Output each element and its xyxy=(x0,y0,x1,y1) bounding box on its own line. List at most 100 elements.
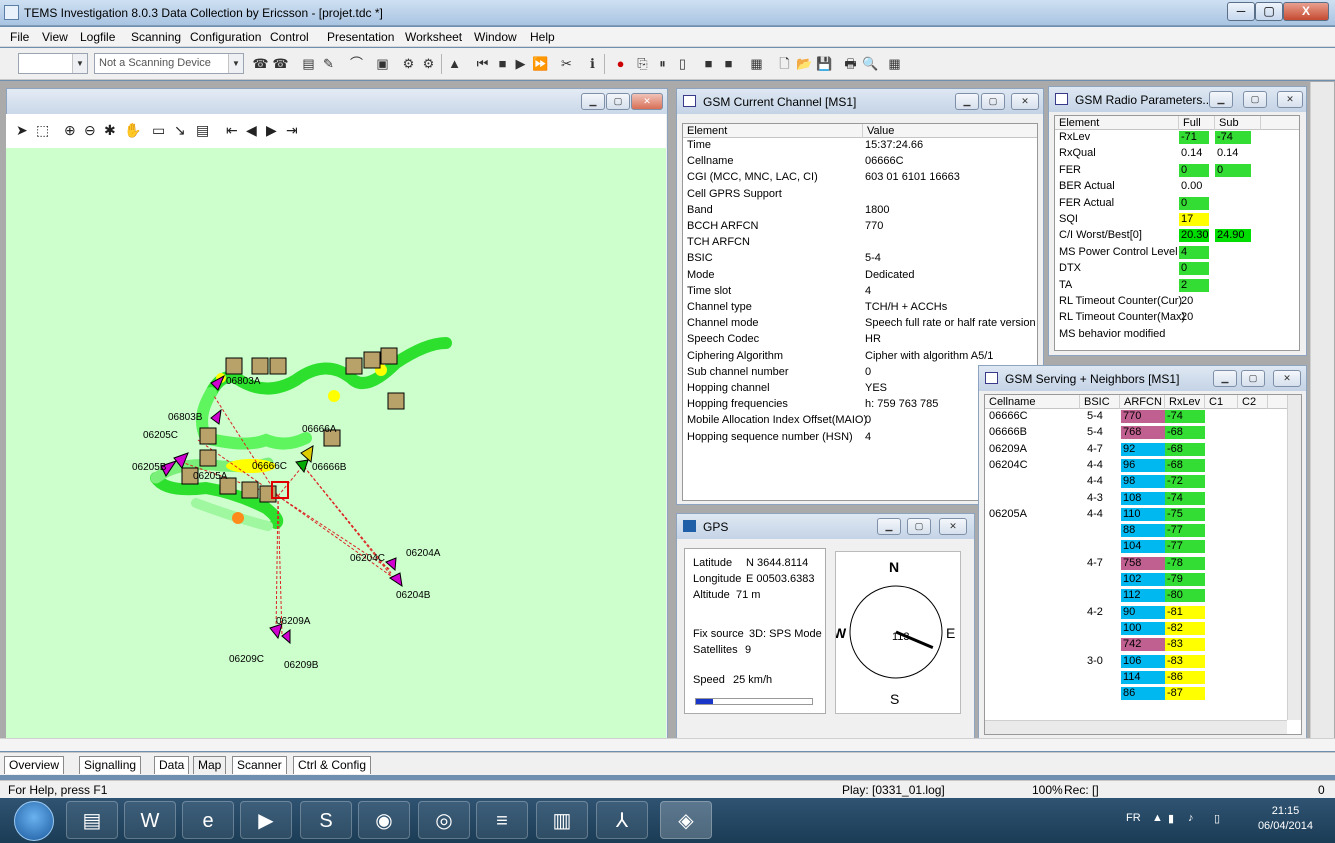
pan-hand-icon[interactable]: ✋ xyxy=(124,122,141,139)
minimize-button[interactable]: ▁ xyxy=(955,93,979,110)
skype-icon[interactable]: S xyxy=(300,801,352,839)
workspace-horizontal-scrollbar[interactable] xyxy=(0,738,1335,751)
measure-icon[interactable]: ↘ xyxy=(174,122,186,139)
network-icon[interactable]: ▮ xyxy=(1168,812,1174,825)
acrobat-icon[interactable]: ⅄ xyxy=(596,801,648,839)
start-button[interactable] xyxy=(14,801,54,841)
report-icon[interactable]: ▤ xyxy=(196,122,209,139)
table-row[interactable]: 112 -80 xyxy=(985,589,1287,603)
fast-forward-icon[interactable]: ⏩ xyxy=(532,55,549,72)
table-row[interactable]: 4-4 98 -72 xyxy=(985,475,1287,489)
tab-data[interactable]: Data xyxy=(154,756,190,774)
word-icon[interactable]: W xyxy=(124,801,176,839)
restore-button[interactable]: ▢ xyxy=(907,518,931,535)
close-button[interactable]: ✕ xyxy=(1277,91,1303,108)
menu-file[interactable]: File xyxy=(10,30,29,44)
clock[interactable]: 21:15 06/04/2014 xyxy=(1258,804,1313,834)
minimize-button[interactable]: ─ xyxy=(1227,2,1255,21)
info-icon[interactable]: ℹ xyxy=(584,55,601,72)
maximize-button[interactable]: ▢ xyxy=(1255,2,1283,21)
worksheet-icon[interactable]: ▦ xyxy=(748,55,765,72)
edit-icon[interactable]: ✎ xyxy=(320,55,337,72)
tems-icon[interactable]: ◈ xyxy=(660,801,712,839)
restore-button[interactable]: ▢ xyxy=(981,93,1005,110)
zoom-extent-icon[interactable]: ✱ xyxy=(104,122,116,139)
winrar-icon[interactable]: ▥ xyxy=(536,801,588,839)
open-logfile-icon[interactable]: ▲ xyxy=(446,55,463,72)
layer-icon[interactable]: ▭ xyxy=(152,122,165,139)
menu-worksheet[interactable]: Worksheet xyxy=(405,30,462,44)
sync-icon[interactable]: ⚙ xyxy=(400,55,417,72)
table-row[interactable]: 06666B 5-4 768 -68 xyxy=(985,426,1287,440)
volume-icon[interactable]: ♪ xyxy=(1188,812,1194,824)
menu-view[interactable]: View xyxy=(42,30,68,44)
chrome-icon[interactable]: ◎ xyxy=(418,801,470,839)
close-button[interactable]: ✕ xyxy=(1011,93,1039,110)
close-button[interactable]: X xyxy=(1283,2,1329,21)
scanning-device-combo[interactable]: Not a Scanning Device ▼ xyxy=(94,53,244,74)
table-row[interactable]: 4-7 758 -78 xyxy=(985,556,1287,570)
table-row[interactable]: 06205A 4-4 110 -75 xyxy=(985,507,1287,521)
pointer-icon[interactable]: ➤ xyxy=(16,122,28,139)
table-row[interactable]: 100 -82 xyxy=(985,621,1287,635)
table-row[interactable]: 86 -87 xyxy=(985,687,1287,701)
table-row[interactable]: 06209A 4-7 92 -68 xyxy=(985,442,1287,456)
pause-icon[interactable]: ⏸ xyxy=(654,55,671,72)
menu-configuration[interactable]: Configuration xyxy=(190,30,261,44)
stop-rec-icon[interactable]: ■ xyxy=(700,55,717,72)
close-button[interactable]: ✕ xyxy=(939,518,967,535)
table-row[interactable]: 114 -86 xyxy=(985,670,1287,684)
restore-button[interactable]: ▢ xyxy=(1243,91,1267,108)
neighbors-vertical-scrollbar[interactable] xyxy=(1287,395,1301,720)
menu-control[interactable]: Control xyxy=(270,30,309,44)
column-header[interactable]: RxLev xyxy=(1165,395,1205,409)
column-header[interactable]: Full xyxy=(1179,116,1215,130)
minimize-button[interactable]: ▁ xyxy=(877,518,901,535)
menu-scanning[interactable]: Scanning xyxy=(131,30,181,44)
table-row[interactable]: 4-3 108 -74 xyxy=(985,491,1287,505)
firefox-icon[interactable]: ◉ xyxy=(358,801,410,839)
record-icon[interactable]: ● xyxy=(612,55,629,72)
table-row[interactable]: 88 -77 xyxy=(985,524,1287,538)
minimize-button[interactable]: ▁ xyxy=(1209,91,1233,108)
column-header[interactable]: Cellname xyxy=(985,395,1080,409)
stop-rec2-icon[interactable]: ■ xyxy=(720,55,737,72)
stop-icon[interactable]: ■ xyxy=(494,55,511,72)
new-doc-icon[interactable]: 🗋 xyxy=(776,55,793,72)
explorer-icon[interactable]: ▤ xyxy=(66,801,118,839)
battery-icon[interactable]: ▯ xyxy=(1214,812,1220,825)
column-header[interactable]: C1 xyxy=(1205,395,1238,409)
grid-icon[interactable]: ▦ xyxy=(886,55,903,72)
table-row[interactable]: 102 -79 xyxy=(985,573,1287,586)
open-folder-icon[interactable]: 📂 xyxy=(796,55,813,72)
column-header[interactable]: Element xyxy=(683,124,863,138)
table-row[interactable]: 06204C 4-4 96 -68 xyxy=(985,458,1287,472)
column-header[interactable]: Element xyxy=(1055,116,1179,130)
sync2-icon[interactable]: ⚙ xyxy=(420,55,437,72)
tab-scanner[interactable]: Scanner xyxy=(232,756,287,774)
tab-overview[interactable]: Overview xyxy=(4,756,65,774)
prev-icon[interactable]: ◀ xyxy=(246,122,257,139)
zoom-out-icon[interactable]: ⊖ xyxy=(84,122,96,139)
language-indicator[interactable]: FR xyxy=(1126,812,1141,824)
map-minimize-button[interactable]: ▁ xyxy=(581,93,605,110)
dropdown-arrow-icon[interactable]: ▼ xyxy=(228,54,243,73)
table-row[interactable]: 104 -77 xyxy=(985,540,1287,554)
next-icon[interactable]: ▶ xyxy=(266,122,277,139)
table-row[interactable]: 06666C 5-4 770 -74 xyxy=(985,410,1287,423)
equipment-combo[interactable]: ▼ xyxy=(18,53,88,74)
close-button[interactable]: ✕ xyxy=(1273,370,1301,387)
tab-signalling[interactable]: Signalling xyxy=(79,756,142,774)
print-preview-icon[interactable]: 🔍 xyxy=(862,55,879,72)
column-header[interactable]: C2 xyxy=(1238,395,1268,409)
menu-window[interactable]: Window xyxy=(474,30,517,44)
equipment-icon[interactable]: ▤ xyxy=(300,55,317,72)
column-header[interactable]: BSIC xyxy=(1080,395,1120,409)
menu-logfile[interactable]: Logfile xyxy=(80,30,115,44)
column-header[interactable]: ARFCN xyxy=(1120,395,1165,409)
disconnect-icon[interactable]: ☎ xyxy=(272,55,289,72)
internet-explorer-icon[interactable]: e xyxy=(182,801,234,839)
connect-icon[interactable]: ☎ xyxy=(252,55,269,72)
minimize-button[interactable]: ▁ xyxy=(1213,370,1237,387)
save-icon[interactable]: 💾 xyxy=(816,55,833,72)
